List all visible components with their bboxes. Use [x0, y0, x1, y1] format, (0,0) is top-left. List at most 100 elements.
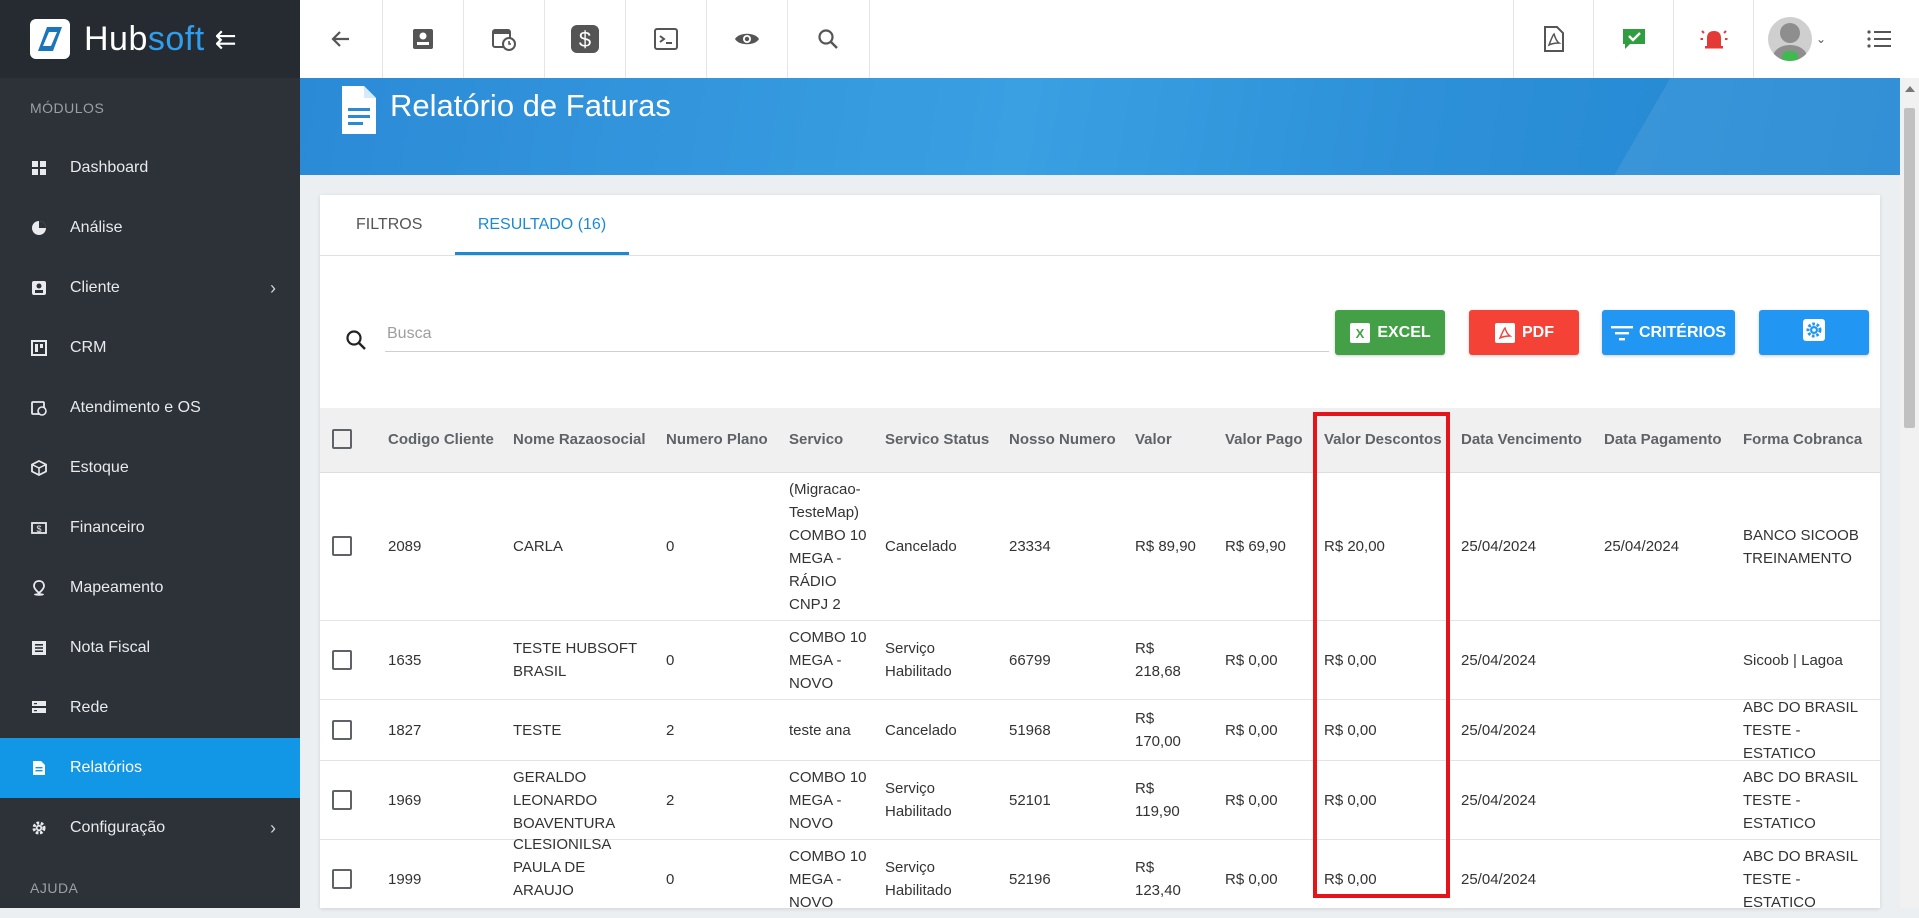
table-row[interactable]: 1969 GERALDO LEONARDO BOAVENTURA 2 COMBO…: [320, 761, 1880, 840]
col-valor-descontos[interactable]: Valor Descontos: [1324, 408, 1442, 472]
user-menu[interactable]: ⌄: [1753, 0, 1840, 78]
col-forma-cobranca[interactable]: Forma Cobranca: [1743, 408, 1862, 472]
clients-button[interactable]: [382, 0, 464, 78]
col-data-vencimento[interactable]: Data Vencimento: [1461, 408, 1582, 472]
sidebar-item-label: Atendimento e OS: [70, 399, 201, 416]
svg-text:X: X: [1356, 326, 1365, 341]
sidebar-item-rede[interactable]: Rede: [0, 678, 300, 738]
tab-bar: FILTROS RESULTADO (16): [320, 195, 1880, 256]
sidebar-item-financeiro[interactable]: $ Financeiro: [0, 498, 300, 558]
cell-valor-descontos: R$ 20,00: [1324, 538, 1385, 555]
cell-servico: COMBO 10 MEGA - NOVO: [789, 628, 867, 692]
terminal-icon: [653, 28, 678, 50]
pdf-export-button[interactable]: [1513, 0, 1594, 78]
back-button[interactable]: [300, 0, 383, 78]
cell-status: Serviço Habilitado: [885, 780, 952, 820]
alarm-bell-icon: [1700, 30, 1728, 49]
finance-button[interactable]: $: [544, 0, 626, 78]
list-menu-button[interactable]: [1839, 0, 1919, 78]
sidebar-item-label: Dashboard: [70, 159, 149, 176]
collapse-menu-icon[interactable]: ⇇: [215, 24, 237, 55]
avatar: [1767, 17, 1812, 61]
cell-data-pagamento: 25/04/2024: [1604, 538, 1680, 555]
cell-data-vencimento: 25/04/2024: [1461, 870, 1537, 888]
cell-valor-pago: R$ 0,00: [1225, 721, 1278, 739]
cell-valor-descontos: R$ 0,00: [1324, 791, 1377, 809]
view-button[interactable]: [706, 0, 788, 78]
terminal-button[interactable]: [625, 0, 707, 78]
cell-nome: CARLA: [513, 538, 564, 555]
sidebar-item-crm[interactable]: CRM: [0, 318, 300, 378]
cell-codigo: 1969: [388, 791, 422, 809]
table-row[interactable]: 1635 TESTE HUBSOFT BRASIL 0 COMBO 10 MEG…: [320, 621, 1880, 700]
cell-valor: R$ 119,90: [1135, 780, 1180, 820]
sidebar-item-cliente[interactable]: Cliente ›: [0, 258, 300, 318]
pdf-button-label: PDF: [1522, 323, 1554, 341]
filter-icon: [1610, 325, 1633, 341]
pdf-button[interactable]: PDF: [1469, 310, 1579, 355]
arrow-left-icon: [331, 31, 349, 47]
sidebar-item-atendimento[interactable]: Atendimento e OS: [0, 378, 300, 438]
tab-filtros[interactable]: FILTROS: [356, 195, 422, 255]
sidebar-item-analise[interactable]: Análise: [0, 198, 300, 258]
cell-status: Cancelado: [885, 538, 957, 555]
search-icon: [344, 328, 368, 357]
sidebar-item-estoque[interactable]: Estoque: [0, 438, 300, 498]
cell-valor-pago: R$ 0,00: [1225, 870, 1278, 888]
chevron-right-icon: ›: [270, 817, 276, 838]
cell-plano: 2: [666, 791, 675, 809]
pie-chart-icon: [30, 219, 48, 237]
scroll-thumb[interactable]: [1904, 108, 1915, 428]
excel-button[interactable]: X EXCEL: [1335, 310, 1445, 355]
cell-servico: teste ana: [789, 721, 851, 739]
sidebar-item-mapeamento[interactable]: Mapeamento: [0, 558, 300, 618]
cell-valor: R$ 218,68: [1135, 640, 1181, 680]
server-icon: [30, 699, 48, 717]
col-codigo-cliente[interactable]: Codigo Cliente: [388, 408, 494, 472]
col-nosso-numero[interactable]: Nosso Numero: [1009, 408, 1116, 472]
row-checkbox[interactable]: [332, 790, 352, 810]
money-icon: $: [30, 519, 48, 537]
col-valor-pago[interactable]: Valor Pago: [1225, 408, 1303, 472]
settings-button[interactable]: [1759, 310, 1869, 355]
cell-nosso-numero: 51968: [1009, 721, 1051, 739]
dollar-icon: $: [570, 25, 599, 53]
cell-data-vencimento: 25/04/2024: [1461, 538, 1537, 555]
row-checkbox[interactable]: [332, 650, 352, 670]
sidebar-item-dashboard[interactable]: Dashboard: [0, 138, 300, 198]
sidebar-item-nota-fiscal[interactable]: Nota Fiscal: [0, 618, 300, 678]
scroll-up-icon[interactable]: [1905, 86, 1915, 92]
sidebar-item-label: Rede: [70, 699, 109, 716]
pdf-icon: [1494, 322, 1516, 344]
col-valor[interactable]: Valor: [1135, 408, 1172, 472]
tab-resultado[interactable]: RESULTADO (16): [455, 195, 629, 255]
table-row[interactable]: 2089 CARLA 0 (Migracao-TesteMap) COMBO 1…: [320, 473, 1880, 621]
col-nome-razaosocial[interactable]: Nome Razaosocial: [513, 408, 646, 472]
tasks-button[interactable]: [1593, 0, 1674, 78]
row-checkbox[interactable]: [332, 536, 352, 556]
brand-name-hub: Hub: [84, 19, 148, 58]
section-help: AJUDA: [30, 880, 79, 896]
table-row[interactable]: 1827 TESTE 2 teste ana Cancelado 51968 R…: [320, 699, 1880, 762]
col-servico[interactable]: Servico: [789, 408, 843, 472]
excel-icon: X: [1349, 322, 1371, 344]
table-row[interactable]: 1999 CLESIONILSA PAULA DE ARAUJO RABELO …: [320, 836, 1880, 908]
sidebar-item-relatorios[interactable]: Relatórios: [0, 738, 300, 798]
row-checkbox[interactable]: [332, 869, 352, 889]
sidebar-item-configuracao[interactable]: Configuração ›: [0, 798, 300, 858]
scrollbar[interactable]: [1900, 78, 1919, 908]
col-numero-plano[interactable]: Numero Plano: [666, 408, 768, 472]
schedule-button[interactable]: [463, 0, 545, 78]
col-data-pagamento[interactable]: Data Pagamento: [1604, 408, 1722, 472]
col-servico-status[interactable]: Servico Status: [885, 408, 989, 472]
brand[interactable]: Hubsoft ⇇: [0, 0, 300, 78]
report-icon: [30, 759, 48, 777]
criterios-button[interactable]: CRITÉRIOS: [1602, 310, 1735, 355]
row-checkbox[interactable]: [332, 720, 352, 740]
cell-codigo: 1999: [388, 870, 422, 888]
search-button[interactable]: [787, 0, 870, 78]
cell-valor-pago: R$ 69,90: [1225, 538, 1286, 555]
search-input[interactable]: [385, 317, 1329, 352]
alarms-button[interactable]: [1673, 0, 1754, 78]
select-all-checkbox[interactable]: [332, 429, 352, 449]
